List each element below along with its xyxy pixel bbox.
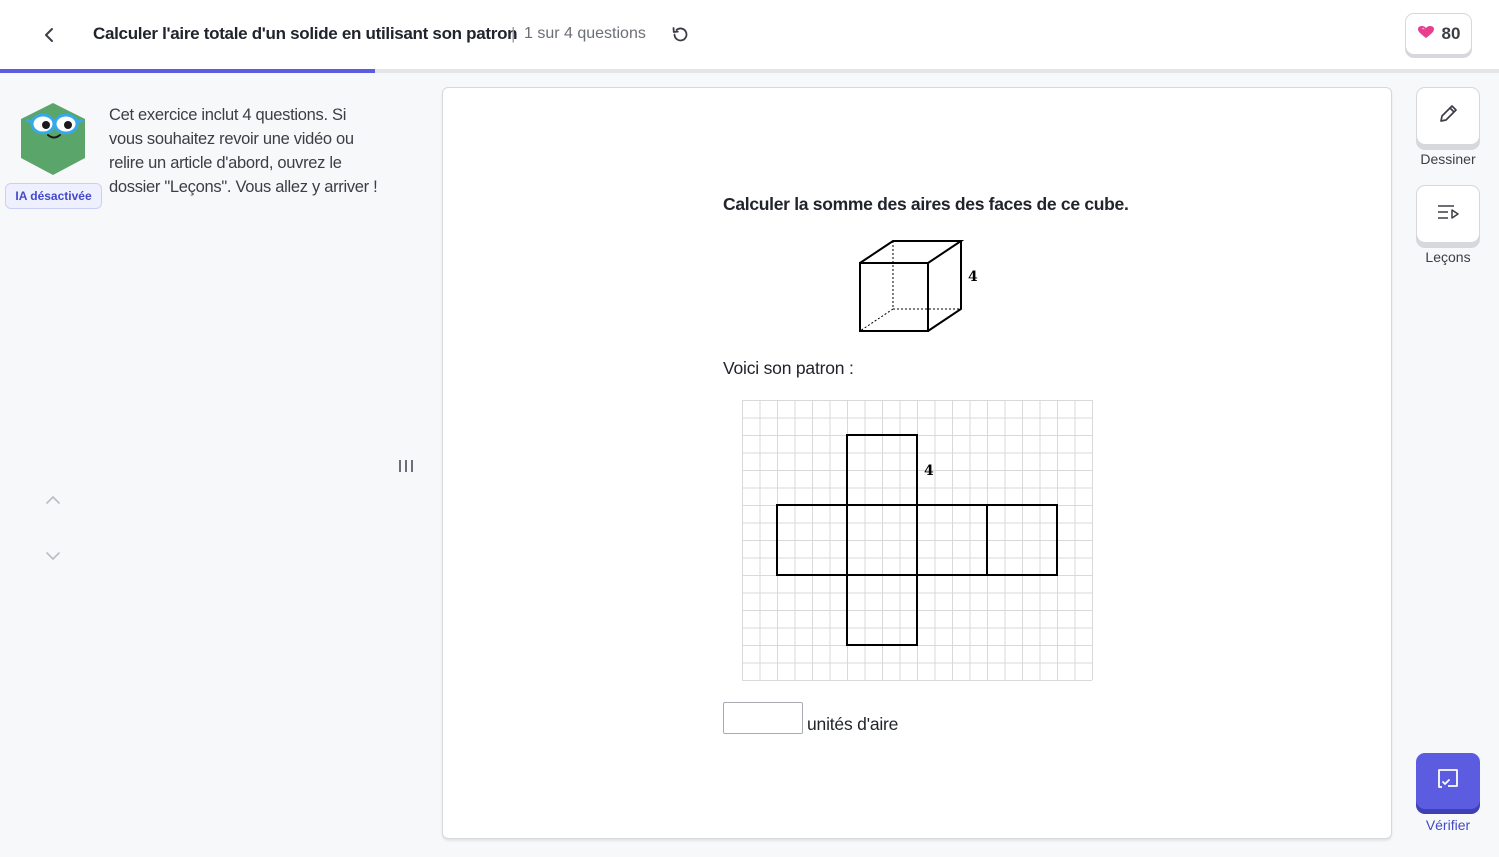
gem-icon <box>1417 24 1435 44</box>
mascot-avatar <box>18 102 88 176</box>
title-separator: | <box>511 24 516 43</box>
chevron-up-icon[interactable] <box>43 490 63 510</box>
verify-button[interactable] <box>1416 753 1480 809</box>
exercise-progress-fill <box>0 69 375 73</box>
chevron-down-icon[interactable] <box>43 546 63 566</box>
lessons-button[interactable] <box>1416 185 1480 243</box>
draw-button[interactable] <box>1416 87 1480 145</box>
back-arrow-icon[interactable] <box>36 22 62 48</box>
question-text: Calculer la somme des aires des faces de… <box>723 194 1129 214</box>
cube-net-figure: 4 <box>742 400 1093 681</box>
lessons-icon <box>1436 202 1460 227</box>
exercise-title: Calculer l'aire totale d'un solide en ut… <box>93 24 518 43</box>
panel-resize-handle[interactable] <box>399 460 413 474</box>
exercise-progress-bar <box>0 69 1499 73</box>
restart-icon[interactable] <box>668 23 692 47</box>
verify-icon <box>1436 767 1460 796</box>
draw-label: Dessiner <box>1420 151 1476 167</box>
net-intro-text: Voici son patron : <box>723 358 854 378</box>
exercise-card: Calculer la somme des aires des faces de… <box>442 87 1392 839</box>
lessons-label: Leçons <box>1425 249 1471 265</box>
cube-edge-label: 4 <box>968 269 978 285</box>
gem-count: 80 <box>1441 24 1461 43</box>
verify-label: Vérifier <box>1425 817 1471 833</box>
answer-input[interactable] <box>723 702 803 734</box>
cube-figure: 4 <box>859 240 978 332</box>
question-progress-text: 1 sur 4 questions <box>524 25 646 42</box>
gem-counter[interactable]: 80 <box>1405 13 1472 55</box>
pencil-icon <box>1437 103 1459 130</box>
ai-status-badge: IA désactivée <box>5 183 102 209</box>
net-edge-label: 4 <box>924 463 934 479</box>
answer-unit-label: unités d'aire <box>807 714 899 734</box>
top-bar: Calculer l'aire totale d'un solide en ut… <box>0 0 1499 70</box>
exercise-intro-text: Cet exercice inclut 4 questions. Si vous… <box>109 106 378 196</box>
